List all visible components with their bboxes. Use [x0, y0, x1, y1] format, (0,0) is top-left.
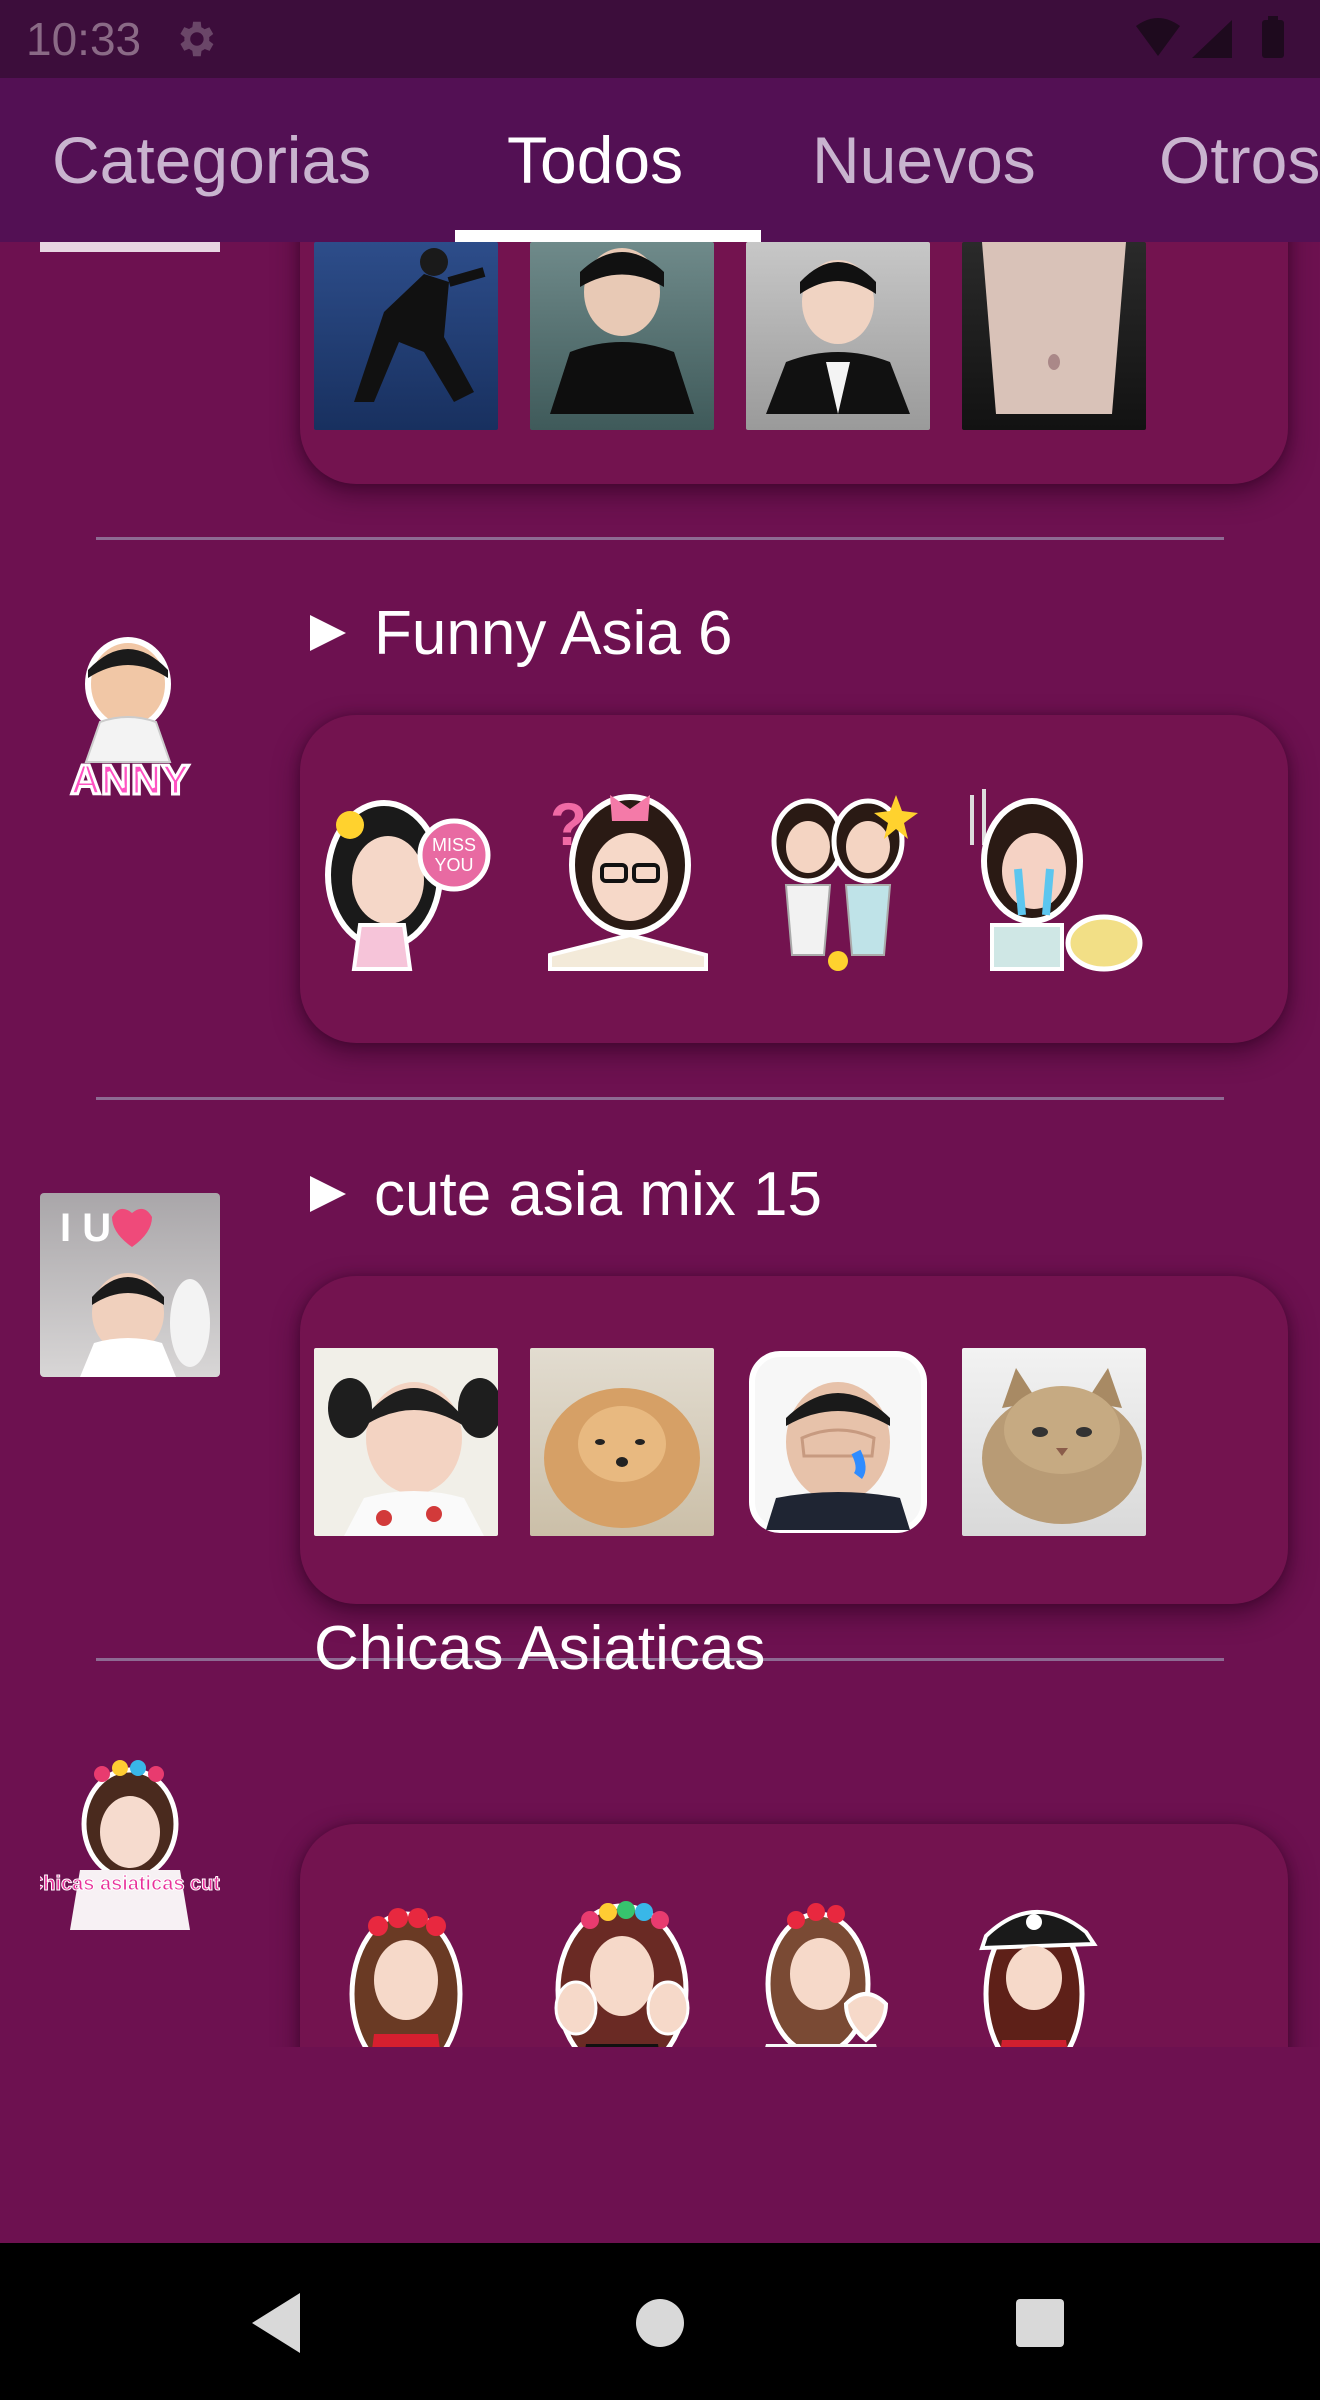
pack-icon-text: ANNY [70, 756, 189, 802]
sticker-thumb[interactable] [530, 1348, 714, 1536]
crying-boy-sticker [749, 1351, 927, 1533]
pack-icon[interactable]: I U [40, 1193, 220, 1377]
dancer-photo [354, 248, 486, 402]
pomeranian-photo [544, 1388, 700, 1528]
sticker-thumb[interactable] [530, 242, 714, 430]
sticker-thumb[interactable] [962, 1348, 1146, 1536]
active-tab-indicator [455, 230, 761, 242]
wifi-icon [1136, 18, 1180, 56]
pack-icon[interactable]: ANNY [40, 622, 220, 802]
cap-girl-sticker [979, 1910, 1098, 2047]
sticker-thumb[interactable]: ? [530, 785, 714, 973]
sticker-preview-panel[interactable] [300, 1276, 1288, 1604]
sticker-thumb[interactable]: MISS YOU [314, 785, 498, 973]
sticker-preview-panel[interactable]: MISS YOU ? [300, 715, 1288, 1043]
tab-nuevos[interactable]: Nuevos [812, 78, 1036, 242]
tab-otros[interactable]: Otros [1159, 78, 1320, 242]
play-icon [310, 1176, 346, 1212]
pack-title-text: Funny Asia 6 [374, 598, 733, 668]
torso-photo [982, 242, 1126, 414]
crying-girl-sticker [970, 789, 1143, 972]
signal-icon [1192, 20, 1232, 58]
status-bar: 10:33 [0, 0, 1320, 78]
sticker-thumb[interactable] [962, 785, 1146, 973]
sticker-thumb[interactable] [746, 785, 930, 973]
play-icon [310, 615, 346, 651]
status-icons [1136, 16, 1284, 58]
anny-sticker-icon: ANNY [69, 637, 191, 802]
sticker-thumb[interactable] [962, 242, 1146, 430]
sticker-thumb[interactable] [530, 1894, 714, 2047]
gear-icon [180, 21, 214, 57]
reading-girl-sticker: ? [548, 791, 708, 971]
sticker-preview-panel[interactable] [300, 242, 1288, 484]
pack-title[interactable]: Funny Asia 6 [308, 598, 732, 668]
two-girls-sticker [771, 795, 918, 971]
pack-title[interactable]: cute asia mix 15 [308, 1159, 822, 1229]
sticker-preview-panel[interactable] [300, 1824, 1288, 2047]
flower-crown-girl-sticker [349, 1908, 463, 2047]
battery-icon [1262, 20, 1284, 58]
sticker-thumb[interactable] [746, 1348, 930, 1536]
pack-icon[interactable] [40, 242, 220, 252]
back-icon[interactable] [236, 2283, 316, 2363]
pack-title-text: Chicas Asiaticas [314, 1613, 766, 1683]
miss-you-sticker: MISS YOU [325, 800, 491, 971]
pack-title-text: cute asia mix 15 [374, 1159, 822, 1229]
navigation-bar [0, 2243, 1320, 2400]
pack-icon-text: I U [60, 1206, 111, 1250]
heart-hands-girl-sticker [765, 1903, 889, 2047]
recents-icon[interactable] [1000, 2283, 1080, 2363]
svg-text:YOU: YOU [434, 855, 473, 875]
tab-categorias[interactable]: Categorias [52, 78, 371, 242]
home-icon[interactable] [620, 2283, 700, 2363]
man-smiling-photo [766, 260, 910, 414]
pack-title[interactable]: Chicas Asiaticas [314, 1613, 765, 1683]
divider [96, 1097, 1224, 1100]
sticker-thumb[interactable] [746, 1894, 930, 2047]
sticker-thumb[interactable] [962, 1894, 1146, 2047]
sticker-thumb[interactable] [314, 242, 498, 430]
pack-icon-text: Chicas asiaticas cute [40, 1873, 220, 1895]
pack-list[interactable]: ANNY Funny Asia 6 MISS YOU ? I U cute as… [0, 242, 1320, 2047]
sticker-thumb[interactable] [746, 242, 930, 430]
man-on-couch-photo [550, 248, 694, 414]
cat-photo [982, 1368, 1142, 1524]
svg-text:MISS: MISS [432, 835, 476, 855]
hands-girl-sticker [554, 1901, 690, 2047]
i-love-u-sticker-icon: I U [60, 1206, 210, 1377]
sticker-thumb[interactable] [314, 1894, 498, 2047]
divider [96, 537, 1224, 540]
sticker-thumb[interactable] [314, 1348, 498, 1536]
girl-pigtails-photo [328, 1378, 498, 1536]
tab-bar: Categorias Todos Nuevos Otros [0, 78, 1320, 242]
status-time: 10:33 [26, 13, 142, 65]
pack-icon[interactable]: Chicas asiaticas cute [40, 1750, 220, 1930]
tab-todos[interactable]: Todos [507, 78, 683, 242]
chicas-asiaticas-sticker-icon: Chicas asiaticas cute [40, 1760, 220, 1930]
